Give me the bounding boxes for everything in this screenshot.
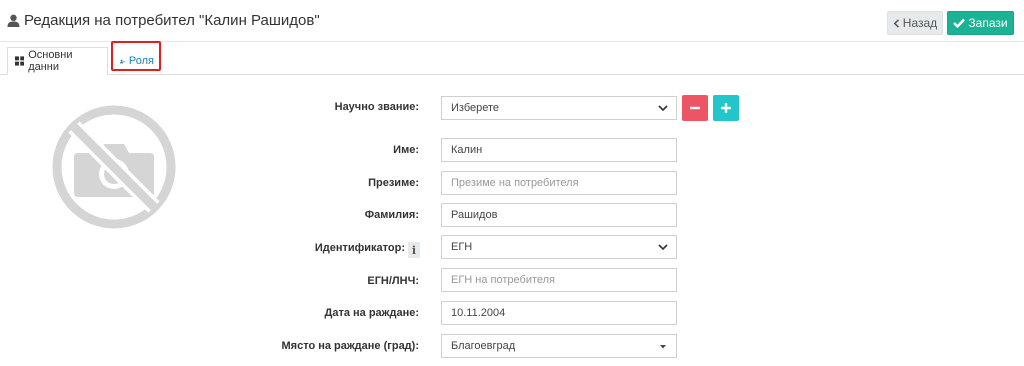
first-name-label: Име: [393,144,419,156]
egn-placeholder: ЕГН на потребителя [451,274,556,286]
caret-down-icon [660,345,666,349]
user-photo[interactable] [50,103,178,231]
chevron-down-icon [658,105,668,112]
birth-place-select[interactable]: Благоевград [441,334,677,358]
save-button-label: Запази [968,16,1008,30]
identifier-select[interactable]: ЕГН [441,235,677,259]
middle-name-input[interactable]: Презиме на потребителя [441,171,677,195]
identifier-value: ЕГН [451,241,473,253]
grid-icon [15,56,25,66]
add-academic-title-button[interactable] [713,95,739,121]
info-icon[interactable]: i [408,242,420,258]
middle-name-label: Презиме: [368,177,419,189]
last-name-label: Фамилия: [364,209,419,221]
page-title-text: Редакция на потребител "Калин Рашидов" [24,12,320,29]
birth-date-label: Дата на раждане: [324,307,420,319]
no-camera-icon [52,105,176,229]
birth-place-value: Благоевград [451,340,516,352]
user-icon [7,14,20,27]
chevron-left-icon [893,18,899,28]
academic-title-value: Изберете [451,102,500,114]
birth-place-label: Място на раждане (град): [281,340,419,352]
tab-basic-data[interactable]: Основни данни [7,47,108,75]
check-icon [953,18,966,28]
user-plus-icon [120,59,125,63]
middle-name-placeholder: Презиме на потребителя [451,177,579,189]
tab-role-label: Роля [128,55,154,67]
tab-bar: Основни данни Роля [0,44,1024,75]
save-button[interactable]: Запази [947,11,1014,35]
remove-academic-title-button[interactable] [682,95,708,121]
academic-title-select[interactable]: Изберете [441,96,677,120]
egn-input[interactable]: ЕГН на потребителя [441,268,677,292]
identifier-label: Идентификатор: [314,242,405,254]
chevron-down-icon [658,244,668,251]
page-header: Редакция на потребител "Калин Рашидов" Н… [0,0,1024,42]
birth-date-value: 10.11.2004 [451,307,506,319]
minus-icon [690,106,700,110]
last-name-value: Рашидов [451,209,498,221]
academic-title-label: Научно звание: [334,101,419,113]
back-button[interactable]: Назад [887,11,943,35]
first-name-value: Калин [451,144,483,156]
first-name-input[interactable]: Калин [441,138,677,162]
birth-date-input[interactable]: 10.11.2004 [441,301,677,325]
egn-label: ЕГН/ЛНЧ: [367,275,419,287]
page-title: Редакция на потребител "Калин Рашидов" [7,12,320,29]
last-name-input[interactable]: Рашидов [441,203,677,227]
back-button-label: Назад [902,16,938,30]
tab-role[interactable]: Роля [113,47,161,75]
plus-icon [721,103,731,113]
tab-basic-data-label: Основни данни [28,49,73,73]
